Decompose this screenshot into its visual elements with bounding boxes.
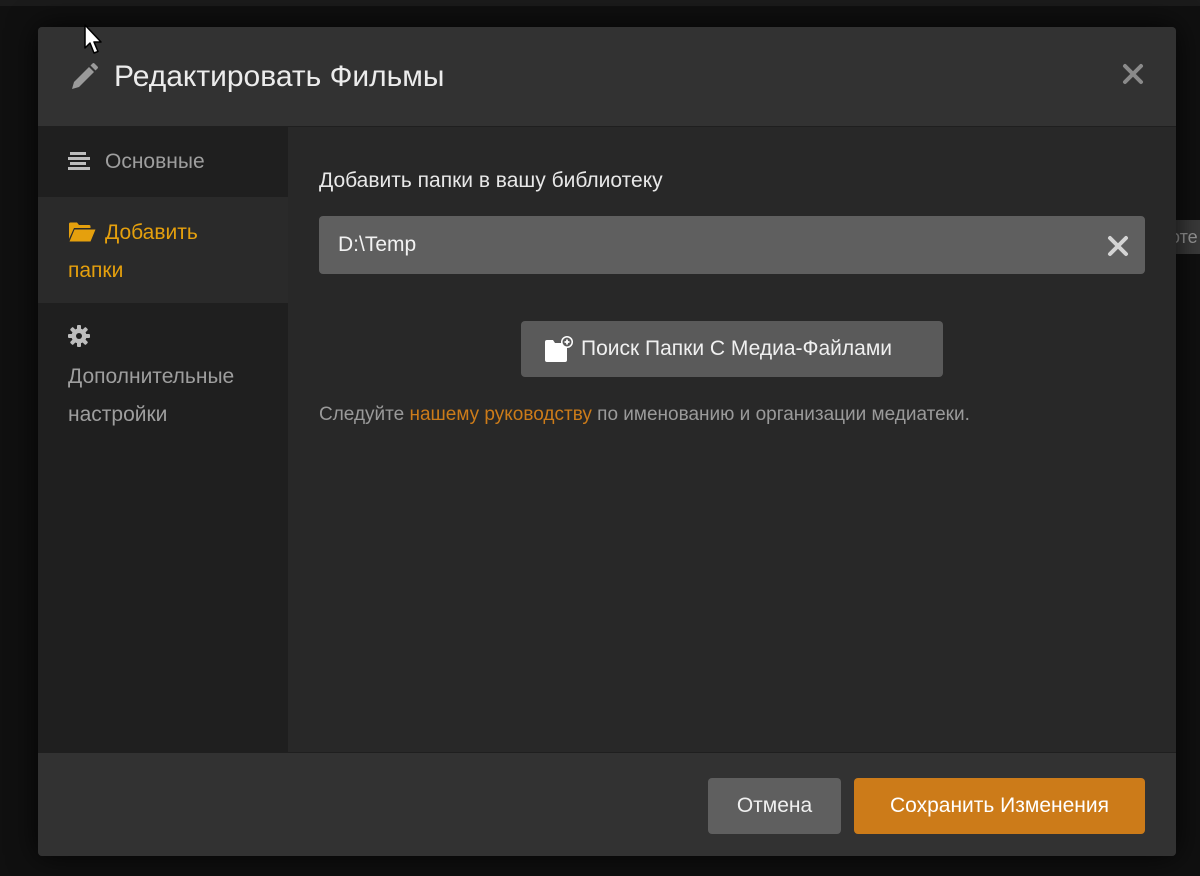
browse-button-label: Поиск Папки С Медиа-Файлами: [581, 337, 893, 360]
sidebar-item-advanced[interactable]: Дополнительные настройки: [38, 303, 288, 453]
mouse-cursor-icon: [84, 24, 102, 54]
list-icon: [68, 152, 90, 170]
folder-add-icon: [545, 336, 573, 362]
guide-link[interactable]: нашему руководству: [410, 404, 592, 425]
remove-icon[interactable]: [1106, 234, 1130, 258]
sidebar-item-label: Основные: [105, 150, 205, 173]
close-icon[interactable]: [1118, 59, 1148, 89]
sidebar-item-label-line1: Добавить: [105, 221, 198, 244]
cancel-button[interactable]: Отмена: [708, 778, 841, 834]
save-changes-button[interactable]: Сохранить Изменения: [854, 778, 1145, 834]
folder-entry: D:\Temp: [319, 216, 1145, 274]
sidebar-item-label-line2: настройки: [68, 403, 168, 426]
dialog-header: Редактировать Фильмы: [38, 27, 1176, 127]
pencil-icon: [72, 63, 98, 89]
sidebar-item-label-line1: Дополнительные: [68, 365, 235, 388]
sidebar-item-general[interactable]: Основные: [38, 127, 288, 197]
folder-path: D:\Temp: [338, 233, 417, 256]
edit-library-dialog: Редактировать Фильмы Основные Добавить п…: [38, 27, 1176, 856]
browse-media-folder-button[interactable]: Поиск Папки С Медиа-Файлами: [521, 321, 943, 377]
background-top-strip: [0, 0, 1200, 6]
dialog-sidebar: Основные Добавить папки Дополнительные н…: [38, 127, 288, 752]
sidebar-item-add-folders[interactable]: Добавить папки: [38, 197, 288, 303]
section-label: Добавить папки в вашу библиотеку: [319, 169, 663, 192]
naming-guide-hint: Следуйте нашему руководству по именовани…: [319, 401, 970, 429]
gear-icon: [68, 325, 90, 347]
hint-suffix: по именованию и организации медиатеки.: [591, 404, 970, 425]
dialog-footer: Отмена Сохранить Изменения: [38, 752, 1176, 856]
dialog-title: Редактировать Фильмы: [114, 60, 445, 93]
folder-open-icon: [69, 222, 96, 242]
hint-prefix: Следуйте: [319, 404, 410, 425]
sidebar-item-label-line2: папки: [68, 259, 124, 282]
dialog-content: Добавить папки в вашу библиотеку D:\Temp…: [288, 127, 1176, 752]
